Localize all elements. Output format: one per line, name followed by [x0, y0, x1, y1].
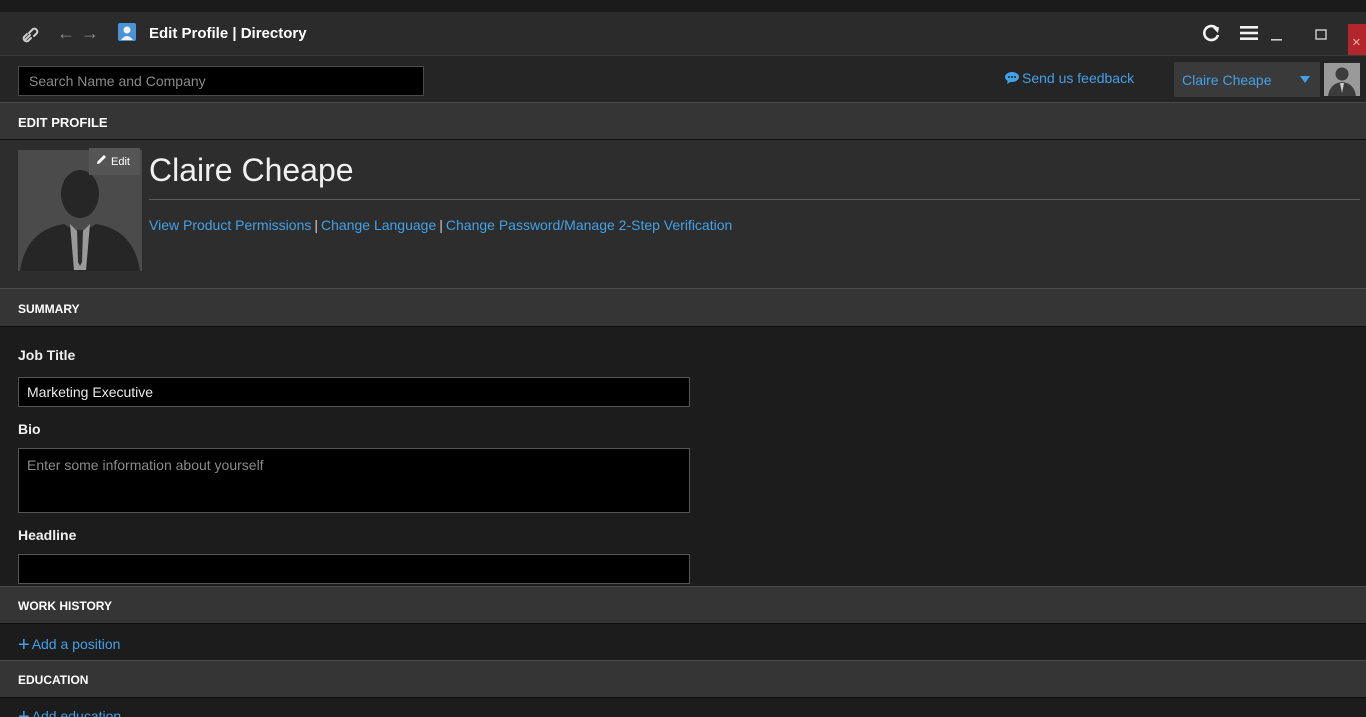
add-education-label: Add education: [31, 708, 122, 717]
headline-input[interactable]: [18, 554, 690, 584]
job-title-label: Job Title: [18, 347, 76, 363]
feedback-label: Send us feedback: [1022, 70, 1135, 86]
refresh-icon[interactable]: [1201, 23, 1221, 43]
section-title: EDUCATION: [18, 673, 89, 687]
maximize-icon[interactable]: [1312, 24, 1330, 44]
view-product-permissions-link[interactable]: View Product Permissions: [149, 217, 311, 233]
person-silhouette-icon: [1324, 63, 1360, 96]
pencil-icon: [97, 155, 106, 164]
job-title-input[interactable]: [18, 377, 690, 407]
edit-label: Edit: [111, 156, 130, 168]
section-title: EDIT PROFILE: [18, 115, 108, 130]
forward-arrow-icon[interactable]: →: [81, 23, 99, 43]
link-separator: |: [314, 217, 319, 233]
add-position-label: Add a position: [31, 636, 121, 652]
education-row: + Add education: [0, 698, 1366, 717]
edit-profile-section-header: EDIT PROFILE: [0, 102, 1366, 140]
app-window: ← → Edit Profile | Directory × Search Na…: [0, 0, 1366, 717]
plus-icon: +: [18, 634, 30, 656]
headline-label: Headline: [18, 527, 77, 543]
summary-form: Job Title Bio Headline: [0, 327, 1366, 586]
plus-icon: +: [18, 706, 30, 717]
top-header: Send us feedback Claire Cheape: [0, 55, 1366, 102]
work-history-row: + Add a position: [0, 624, 1366, 660]
close-icon: ×: [1352, 34, 1361, 51]
user-menu-button[interactable]: Claire Cheape: [1174, 62, 1320, 97]
search-input[interactable]: [18, 66, 424, 96]
add-education-link[interactable]: + Add education: [18, 706, 122, 717]
name-divider: [149, 199, 1360, 200]
bio-label: Bio: [18, 421, 41, 437]
education-section-header: EDUCATION: [0, 660, 1366, 698]
profile-links: View Product Permissions | Change Language…: [149, 217, 732, 233]
feedback-link[interactable]: Send us feedback: [1005, 70, 1134, 86]
work-history-section-header: WORK HISTORY: [0, 586, 1366, 624]
profile-name: Claire Cheape: [149, 152, 354, 188]
profile-card: Claire Cheape View Product Permissions | C…: [0, 140, 1366, 288]
link-icon[interactable]: [22, 25, 42, 43]
section-title: WORK HISTORY: [18, 599, 113, 613]
avatar[interactable]: [1324, 63, 1360, 96]
link-separator: |: [439, 217, 443, 233]
hamburger-menu-icon[interactable]: [1240, 25, 1258, 41]
summary-section-header: SUMMARY: [0, 288, 1366, 327]
edit-photo-button[interactable]: Edit: [89, 148, 140, 175]
title-bar: ← → Edit Profile | Directory ×: [0, 12, 1366, 67]
bio-textarea[interactable]: [18, 448, 690, 513]
change-password-link[interactable]: Change Password/Manage 2-Step Verificati…: [446, 217, 732, 233]
add-position-link[interactable]: + Add a position: [18, 635, 121, 655]
chat-bubble-icon: [1005, 72, 1019, 84]
user-name: Claire Cheape: [1182, 72, 1272, 88]
caret-down-icon: [1300, 76, 1310, 83]
back-arrow-icon[interactable]: ←: [57, 23, 75, 43]
minimize-icon[interactable]: [1268, 24, 1286, 44]
app-person-icon: [118, 23, 136, 41]
window-title: Edit Profile | Directory: [149, 25, 307, 42]
section-title: SUMMARY: [18, 302, 80, 316]
change-language-link[interactable]: Change Language: [321, 217, 436, 233]
